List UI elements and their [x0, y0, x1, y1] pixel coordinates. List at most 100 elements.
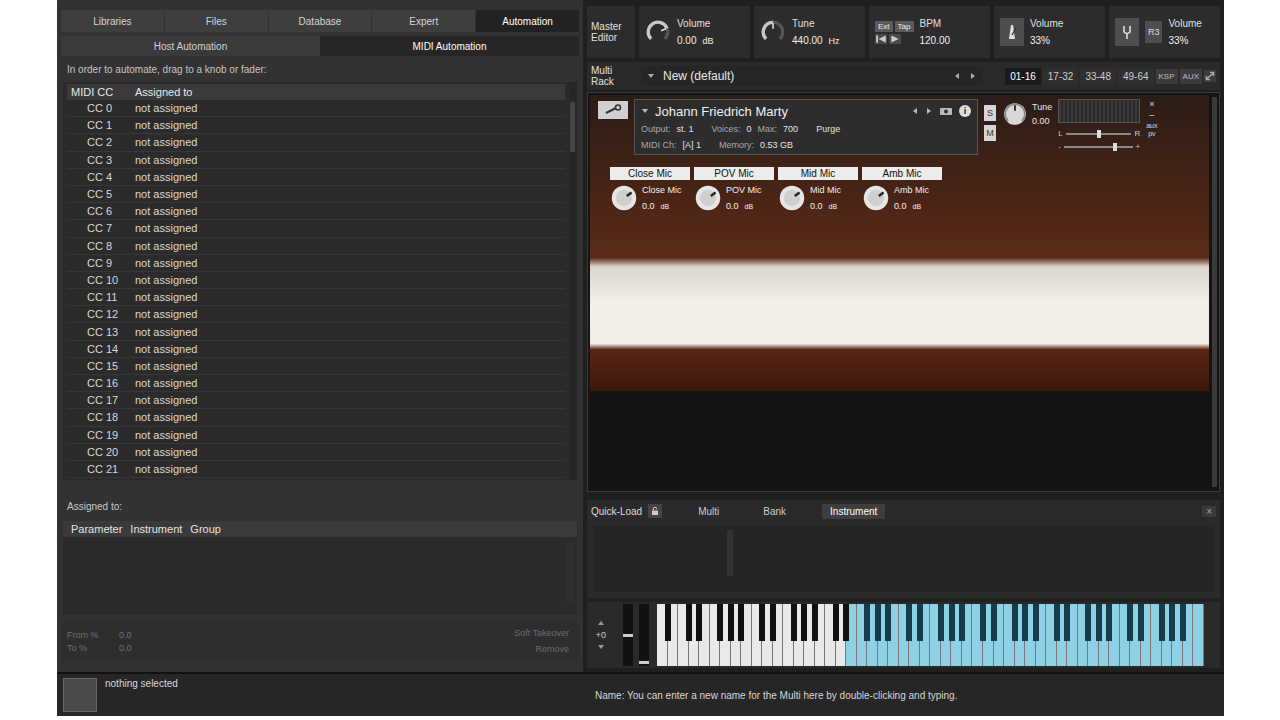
black-key[interactable] [791, 604, 797, 641]
close-button[interactable]: × [1202, 506, 1216, 517]
column-header[interactable]: MIDI CC [67, 86, 135, 98]
black-key[interactable] [1159, 604, 1165, 641]
black-key[interactable] [686, 604, 692, 641]
black-key[interactable] [738, 604, 744, 641]
rack-page-tab[interactable]: 17-32 [1043, 68, 1079, 85]
tuner-volume-value[interactable]: 33% [1168, 35, 1201, 46]
cc-row[interactable]: CC 21not assigned [67, 461, 565, 478]
cc-row[interactable]: CC 3not assigned [67, 152, 565, 169]
knob-icon[interactable] [778, 184, 806, 212]
volume-handle[interactable] [1113, 143, 1117, 151]
rack-page-tab[interactable]: 01-16 [1005, 68, 1041, 85]
pan-slider[interactable]: LR [1058, 129, 1140, 138]
browser-tab[interactable]: Libraries [61, 10, 164, 32]
black-key[interactable] [770, 604, 776, 641]
black-key[interactable] [917, 604, 923, 641]
rack-button[interactable]: AUX [1180, 69, 1202, 84]
knob-icon[interactable] [694, 184, 722, 212]
dropdown-icon[interactable] [647, 72, 655, 80]
side-button[interactable]: pv [1148, 130, 1155, 139]
black-key[interactable] [717, 604, 723, 641]
black-key[interactable] [759, 604, 765, 641]
black-key[interactable] [1022, 604, 1028, 641]
mic-knob-value[interactable]: 0.0dB [810, 201, 841, 211]
black-key[interactable] [980, 604, 986, 641]
black-key[interactable] [801, 604, 807, 641]
tune-knob-icon[interactable] [1002, 101, 1028, 127]
close-button[interactable]: × [1149, 99, 1154, 110]
mod-wheel[interactable] [639, 604, 649, 666]
cc-row[interactable]: CC 16not assigned [67, 375, 565, 392]
scrollbar[interactable] [569, 82, 577, 480]
cc-row[interactable]: CC 7not assigned [67, 220, 565, 237]
browser-tab[interactable]: Database [269, 10, 372, 32]
camera-icon[interactable] [939, 106, 953, 116]
next-icon[interactable] [925, 107, 933, 115]
max-value[interactable]: 700 [783, 124, 798, 134]
column-header[interactable]: Group [186, 523, 225, 535]
pan-handle[interactable] [1097, 130, 1101, 138]
dropdown-icon[interactable] [641, 107, 649, 115]
pitch-wheel[interactable] [623, 604, 633, 666]
instrument-name[interactable]: Johann Friedrich Marty [655, 104, 788, 119]
tuner-button[interactable] [1115, 18, 1139, 46]
cc-row[interactable]: CC 5not assigned [67, 186, 565, 203]
cc-row[interactable]: CC 17not assigned [67, 392, 565, 409]
white-key[interactable] [1193, 604, 1204, 666]
black-key[interactable] [1096, 604, 1102, 641]
black-key[interactable] [843, 604, 849, 641]
scrollbar-thumb[interactable] [570, 102, 575, 152]
black-key[interactable] [696, 604, 702, 641]
scrollbar[interactable] [1212, 97, 1217, 487]
black-key[interactable] [665, 604, 671, 641]
mic-button[interactable]: Mid Mic [778, 167, 858, 180]
black-key[interactable] [812, 604, 818, 641]
previous-icon[interactable] [911, 107, 919, 115]
black-key[interactable] [1106, 604, 1112, 641]
cc-row[interactable]: CC 13not assigned [67, 323, 565, 340]
bpm-value[interactable]: 120.00 [920, 35, 951, 46]
multi-name-field[interactable]: New (default) [641, 66, 983, 86]
tuner-mode[interactable]: R3 [1145, 21, 1163, 43]
black-key[interactable] [1138, 604, 1144, 641]
cc-row[interactable]: CC 11not assigned [67, 289, 565, 306]
play-icon[interactable] [889, 34, 901, 44]
black-key[interactable] [938, 604, 944, 641]
midi-channel-value[interactable]: [A] 1 [683, 140, 702, 150]
black-key[interactable] [1180, 604, 1186, 641]
black-key[interactable] [728, 604, 734, 641]
range-field[interactable]: To %0.0 [67, 643, 132, 653]
restart-icon[interactable] [875, 34, 887, 44]
quick-load-tab[interactable]: Multi [690, 504, 727, 519]
knob-icon[interactable] [645, 19, 671, 45]
black-key[interactable] [1033, 604, 1039, 641]
sync-button[interactable]: Ext [875, 21, 893, 32]
browser-tab[interactable]: Automation [476, 10, 579, 32]
cc-row[interactable]: CC 14not assigned [67, 341, 565, 358]
minimize-button[interactable]: – [1149, 110, 1154, 121]
sync-button[interactable]: Tap [895, 21, 914, 32]
black-key[interactable] [875, 604, 881, 641]
splitter[interactable] [727, 530, 733, 576]
cc-row[interactable]: CC 18not assigned [67, 409, 565, 426]
info-button[interactable]: i [959, 105, 971, 117]
cc-row[interactable]: CC 10not assigned [67, 272, 565, 289]
mic-knob-value[interactable]: 0.0dB [894, 201, 929, 211]
black-key[interactable] [1169, 604, 1175, 641]
browser-tab[interactable]: Files [165, 10, 268, 32]
octave-up-icon[interactable] [597, 620, 605, 626]
black-key[interactable] [1064, 604, 1070, 641]
expand-icon[interactable] [1204, 70, 1216, 82]
cc-row[interactable]: CC 20not assigned [67, 444, 565, 461]
mic-button[interactable]: POV Mic [694, 167, 774, 180]
cc-row[interactable]: CC 1not assigned [67, 117, 565, 134]
column-header[interactable]: Assigned to [135, 86, 565, 98]
mute-button[interactable]: M [984, 125, 996, 141]
rack-page-tab[interactable]: 33-48 [1080, 68, 1116, 85]
mic-knob-value[interactable]: 0.0dB [642, 201, 682, 211]
cc-row[interactable]: CC 15not assigned [67, 358, 565, 375]
black-key[interactable] [1085, 604, 1091, 641]
knob-icon[interactable] [610, 184, 638, 212]
scrollbar[interactable] [565, 543, 573, 603]
metronome-button[interactable] [1000, 18, 1024, 46]
